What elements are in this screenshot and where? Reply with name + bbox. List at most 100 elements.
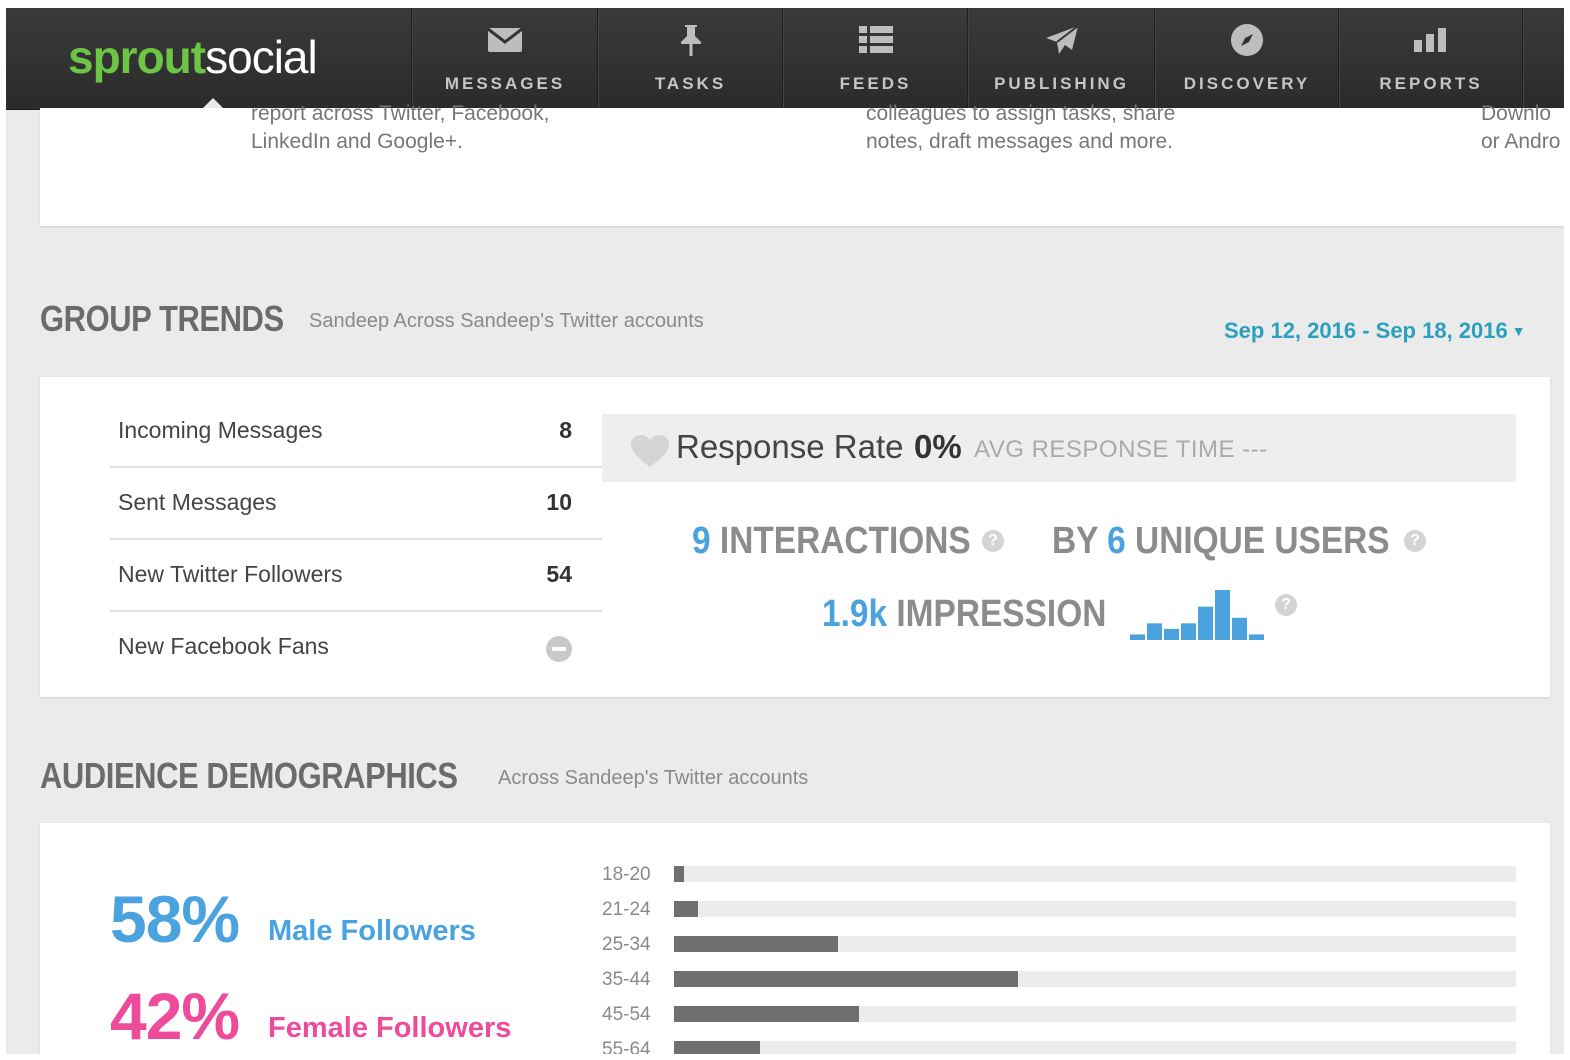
help-icon[interactable]: ? <box>1275 594 1297 616</box>
nav-publishing[interactable]: PUBLISHING <box>967 8 1155 109</box>
age-group-label: 55-64 <box>602 1039 651 1054</box>
sparkline-bar <box>1249 634 1264 640</box>
sparkline-bar <box>1232 617 1247 640</box>
feature-right-line2: or Andro <box>1481 130 1561 153</box>
age-group-track <box>674 866 1516 882</box>
impression-sparkline <box>1130 590 1264 640</box>
caret-down-icon: ▼ <box>1511 323 1526 339</box>
age-group-track <box>674 971 1516 987</box>
response-rate-bar: Response Rate 0% AVG RESPONSE TIME --- <box>602 414 1516 482</box>
age-group-track <box>674 1041 1516 1054</box>
feature-text-left: report across Twitter, Facebook, LinkedI… <box>251 100 549 156</box>
app-frame: sproutsocial MESSAGES TASKS FEEDS PUBLIS… <box>6 8 1564 1054</box>
age-group-label: 21-24 <box>602 899 651 920</box>
sparkline-bar <box>1147 623 1162 640</box>
help-icon[interactable]: ? <box>1404 530 1426 552</box>
nav-reports-label: REPORTS <box>1379 74 1483 93</box>
audience-title: AUDIENCE DEMOGRAPHICS <box>40 755 458 796</box>
group-trends-subtitle: Sandeep Across Sandeep's Twitter account… <box>309 310 704 332</box>
stat-name: Sent Messages <box>118 489 277 515</box>
feature-text-right: Downlo or Andro <box>1481 100 1560 156</box>
feature-text-middle: colleagues to assign tasks, share notes,… <box>866 100 1175 156</box>
stat-row-sent-messages: Sent Messages 10 <box>110 468 602 540</box>
response-rate-label: Response Rate <box>676 428 904 465</box>
bar-chart-icon <box>1339 22 1523 58</box>
by-label: BY <box>1052 520 1098 562</box>
heart-icon <box>630 434 670 473</box>
nav-feeds[interactable]: FEEDS <box>782 8 968 109</box>
male-followers-label: Male Followers <box>268 915 476 947</box>
nav-discovery-label: DISCOVERY <box>1183 74 1311 93</box>
unique-users-line: BY 6 UNIQUE USERS <box>1052 520 1390 563</box>
age-group-bar <box>674 901 698 917</box>
stat-name: New Twitter Followers <box>118 561 343 587</box>
stat-name: New Facebook Fans <box>118 633 329 659</box>
feature-right-line1: Downlo <box>1481 102 1552 125</box>
audience-subtitle: Across Sandeep's Twitter accounts <box>498 767 809 789</box>
nav-tasks-label: TASKS <box>654 74 727 93</box>
female-followers-label: Female Followers <box>268 1012 512 1044</box>
feature-mid-line2: notes, draft messages and more. <box>866 130 1173 153</box>
sparkline-bar <box>1181 623 1196 640</box>
logo[interactable]: sproutsocial <box>68 30 318 84</box>
date-range-label: Sep 12, 2016 - Sep 18, 2016 <box>1224 318 1508 343</box>
feature-left-line1: report across Twitter, Facebook, <box>251 102 550 125</box>
paper-plane-icon <box>968 22 1155 58</box>
feature-mid-line1: colleagues to assign tasks, share <box>866 102 1176 125</box>
features-card: report across Twitter, Facebook, LinkedI… <box>40 102 1564 226</box>
age-group-track <box>674 936 1516 952</box>
stat-value: 10 <box>546 489 572 515</box>
nav-more[interactable] <box>1522 8 1564 109</box>
stat-row-incoming-messages: Incoming Messages 8 <box>110 396 602 468</box>
nav-messages[interactable]: MESSAGES <box>411 8 598 109</box>
stat-name: Incoming Messages <box>118 417 323 443</box>
sparkline-bar <box>1215 590 1230 640</box>
sparkline-bar <box>1198 606 1213 640</box>
interactions-line: 9 INTERACTIONS <box>692 520 971 563</box>
age-group-bar <box>674 936 838 952</box>
sparkline-bar <box>1164 628 1179 640</box>
nav-discovery[interactable]: DISCOVERY <box>1154 8 1339 109</box>
age-group-label: 35-44 <box>602 969 651 990</box>
response-rate-value: 0% <box>914 428 962 465</box>
nav-publishing-label: PUBLISHING <box>994 74 1129 93</box>
sparkline-bar <box>1130 634 1145 640</box>
age-group-bar <box>674 1041 760 1054</box>
nav-feeds-label: FEEDS <box>839 74 912 93</box>
logo-social: social <box>205 31 318 83</box>
top-nav: sproutsocial MESSAGES TASKS FEEDS PUBLIS… <box>6 8 1564 110</box>
date-range-dropdown[interactable]: Sep 12, 2016 - Sep 18, 2016 ▼ <box>1224 318 1526 344</box>
list-icon <box>783 22 968 58</box>
age-group-label: 25-34 <box>602 934 651 955</box>
impressions-label: IMPRESSION <box>896 593 1107 635</box>
interactions-label: INTERACTIONS <box>719 520 971 562</box>
male-percentage: 58% <box>110 882 240 956</box>
group-trends-title: GROUP TRENDS <box>40 298 284 339</box>
feature-left-line2: LinkedIn and Google+. <box>251 130 463 153</box>
age-group-track <box>674 901 1516 917</box>
age-group-bar <box>674 866 684 882</box>
stat-value: 8 <box>559 417 572 443</box>
logo-sprout: sprout <box>68 31 206 83</box>
compass-icon <box>1155 22 1339 58</box>
female-percentage: 42% <box>110 979 240 1053</box>
nav-messages-label: MESSAGES <box>444 74 566 93</box>
unique-users-count: 6 <box>1107 520 1126 562</box>
unique-users-label: UNIQUE USERS <box>1135 520 1390 562</box>
interactions-count: 9 <box>692 520 711 562</box>
age-group-label: 45-54 <box>602 1004 651 1025</box>
avg-response-time-label: AVG RESPONSE TIME --- <box>974 436 1268 463</box>
age-group-bar <box>674 1006 859 1022</box>
impressions-line: 1.9k IMPRESSION <box>822 593 1106 636</box>
minus-circle-icon <box>546 636 572 662</box>
help-icon[interactable]: ? <box>982 530 1004 552</box>
age-group-bar <box>674 971 1018 987</box>
nav-reports[interactable]: REPORTS <box>1338 8 1523 109</box>
nav-tasks[interactable]: TASKS <box>597 8 783 109</box>
age-group-track <box>674 1006 1516 1022</box>
impressions-count: 1.9k <box>822 593 888 635</box>
stat-row-new-facebook-fans: New Facebook Fans <box>110 612 602 682</box>
envelope-icon <box>412 22 598 58</box>
age-group-label: 18-20 <box>602 864 651 885</box>
pin-icon <box>598 22 783 58</box>
